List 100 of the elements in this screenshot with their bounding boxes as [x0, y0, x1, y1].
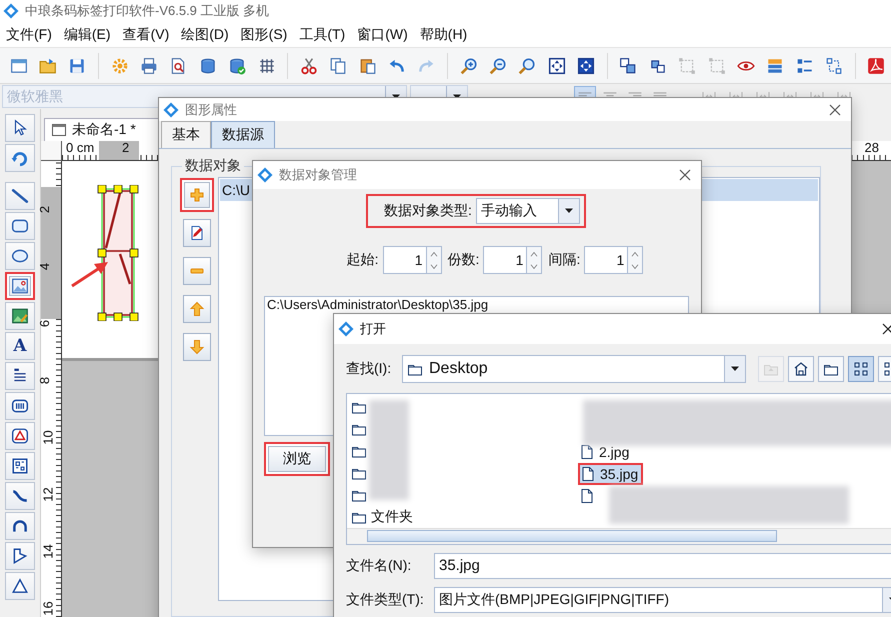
menu-item[interactable]: 窗口(W): [351, 26, 414, 44]
barcode-tool-button[interactable]: [5, 392, 35, 420]
list-view-button[interactable]: [848, 356, 874, 382]
database-check-icon[interactable]: [228, 56, 246, 74]
fit-all-icon[interactable]: [577, 56, 596, 74]
edit-document-icon: [189, 225, 205, 241]
rect-tool-button[interactable]: [5, 212, 35, 240]
file-item[interactable]: 文件夹: [350, 506, 417, 528]
qr-code-icon: [11, 457, 29, 475]
tab[interactable]: 基本: [161, 121, 211, 148]
ruler-label: 28: [864, 141, 879, 155]
landscape-icon: [11, 307, 29, 325]
menu-item[interactable]: 编辑(E): [58, 26, 117, 44]
list-icon[interactable]: [796, 56, 814, 74]
home-icon: [793, 361, 809, 377]
menu-item[interactable]: 工具(T): [293, 26, 352, 44]
paste-icon[interactable]: [358, 56, 377, 74]
richtext-tool-button[interactable]: [5, 362, 35, 390]
close-icon[interactable]: [679, 169, 691, 181]
file-type-dropdown[interactable]: 图片文件(BMP|JPEG|GIF|PNG|TIFF): [434, 587, 891, 613]
app-logo-icon: [163, 102, 179, 118]
picture-tool-button[interactable]: [5, 302, 35, 330]
grid-icon[interactable]: [258, 56, 276, 74]
horizontal-scrollbar[interactable]: [347, 528, 891, 544]
close-icon[interactable]: [882, 323, 891, 335]
database-icon[interactable]: [198, 56, 217, 74]
add-button[interactable]: [180, 178, 214, 212]
rotate-tool-button[interactable]: [5, 144, 35, 172]
triangle-tool-button[interactable]: [5, 572, 35, 600]
ellipse-tool-button[interactable]: [5, 242, 35, 270]
ruler-label: 10: [42, 430, 55, 445]
ruler-label: 0 cm: [66, 141, 96, 155]
number-field[interactable]: 1: [483, 246, 528, 274]
curve-icon: [11, 487, 29, 505]
text-tool-button[interactable]: A: [5, 332, 35, 360]
window-icon[interactable]: [10, 56, 28, 74]
search-icon[interactable]: [518, 56, 536, 74]
ellipse-icon: [11, 247, 29, 265]
layers-icon[interactable]: [766, 56, 784, 74]
polygon-tool-button[interactable]: [5, 542, 35, 570]
qrcode-tool-button[interactable]: [5, 452, 35, 480]
home-button[interactable]: [788, 356, 814, 382]
up-arrow-icon: [189, 301, 205, 317]
field-label: 文件名(N):: [346, 557, 412, 575]
distribute-icon[interactable]: [824, 56, 843, 74]
file-icon: [579, 488, 595, 504]
spin-buttons[interactable]: [628, 246, 644, 274]
browse-button[interactable]: 浏览: [264, 442, 330, 476]
dialog-title: 数据对象管理: [279, 166, 358, 184]
zoom-in-icon[interactable]: [460, 56, 478, 74]
printer-icon[interactable]: [140, 56, 158, 74]
menu-item[interactable]: 绘图(D): [175, 26, 235, 44]
copy-icon[interactable]: [329, 56, 348, 74]
triangle-icon: [11, 577, 29, 595]
up-button[interactable]: [183, 295, 211, 323]
group-icon[interactable]: [619, 56, 638, 74]
image-tool-button[interactable]: [5, 272, 35, 300]
spin-buttons[interactable]: [426, 246, 442, 274]
number-field[interactable]: 1: [382, 246, 427, 274]
look-in-dropdown[interactable]: Desktop: [402, 355, 746, 383]
dialog-title: 打开: [360, 320, 387, 338]
shape-tool-button[interactable]: [5, 422, 35, 450]
window-icon: [51, 122, 67, 138]
pdf-icon[interactable]: [867, 56, 886, 74]
window-title: 中琅条码标签打印软件-V6.5.9 工业版 多机: [25, 2, 270, 20]
number-field[interactable]: 1: [584, 246, 628, 274]
zoom-out-icon[interactable]: [489, 56, 508, 74]
new-folder-button[interactable]: [818, 356, 844, 382]
menu-item[interactable]: 图形(S): [234, 26, 294, 44]
ruler-label: 2: [122, 141, 130, 155]
app-logo-icon: [257, 167, 273, 183]
ruler-label: 12: [42, 487, 55, 502]
menu-item[interactable]: 帮助(H): [414, 26, 474, 44]
type-dropdown[interactable]: 手动输入: [476, 198, 580, 224]
field-label: 份数:: [448, 251, 480, 269]
file-name-field[interactable]: 35.jpg: [434, 553, 891, 579]
tab[interactable]: 数据源: [211, 121, 275, 148]
menu-item[interactable]: 文件(F): [0, 26, 58, 44]
app-logo-icon: [338, 321, 354, 337]
remove-button[interactable]: [183, 257, 211, 285]
folder-icon[interactable]: [39, 56, 58, 74]
field-label: 查找(I):: [346, 360, 392, 378]
arc-tool-button[interactable]: [5, 512, 35, 540]
line-tool-button[interactable]: [5, 182, 35, 210]
curve-tool-button[interactable]: [5, 482, 35, 510]
ruler-label: 14: [42, 544, 55, 559]
fit-page-icon[interactable]: [548, 56, 566, 74]
list-item[interactable]: C:\Users\Administrator\Desktop\35.jpg: [265, 298, 688, 312]
close-icon[interactable]: [829, 104, 841, 116]
menu-item[interactable]: 查看(V): [116, 26, 176, 44]
ruler-label: 8: [38, 376, 52, 384]
spin-buttons[interactable]: [527, 246, 542, 274]
edit-button[interactable]: [183, 219, 211, 247]
scissors-icon[interactable]: [300, 56, 318, 74]
barcode-icon: [11, 397, 29, 415]
field-label: 文件类型(T):: [346, 591, 425, 609]
file-icon: [579, 444, 595, 460]
file-item[interactable]: 35.jpg: [578, 463, 644, 485]
pointer-tool-button[interactable]: [5, 114, 35, 142]
down-button[interactable]: [183, 333, 211, 361]
